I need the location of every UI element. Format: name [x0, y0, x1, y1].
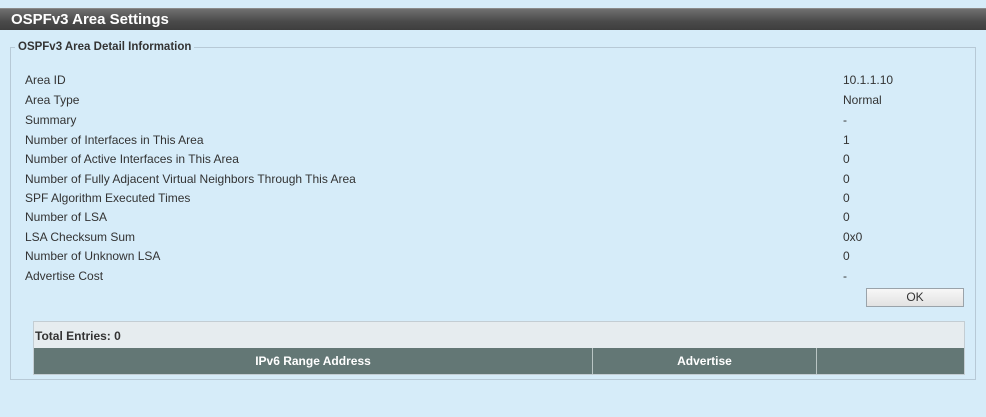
total-entries: Total Entries: 0 — [35, 329, 121, 343]
detail-label: Area ID — [25, 73, 66, 87]
detail-label: SPF Algorithm Executed Times — [25, 191, 191, 205]
detail-row-summary: Summary - — [25, 110, 885, 130]
detail-row-interfaces: Number of Interfaces in This Area 1 — [25, 130, 885, 150]
detail-value: - — [843, 269, 847, 283]
detail-value: 0 — [843, 172, 850, 186]
detail-row-lsa-checksum: LSA Checksum Sum 0x0 — [25, 227, 885, 247]
page-header: OSPFv3 Area Settings — [0, 8, 986, 30]
column-header-action — [817, 348, 964, 374]
detail-label: Number of Unknown LSA — [25, 249, 161, 263]
range-table: Total Entries: 0 IPv6 Range Address Adve… — [33, 321, 965, 375]
detail-label: Number of Interfaces in This Area — [25, 133, 204, 147]
column-header-ipv6-range: IPv6 Range Address — [34, 348, 593, 374]
detail-value: - — [843, 113, 847, 127]
detail-value: 10.1.1.10 — [843, 73, 894, 87]
detail-value: 0 — [843, 210, 850, 224]
detail-value: 0 — [843, 249, 850, 263]
detail-label: Advertise Cost — [25, 269, 104, 283]
detail-value: 0 — [843, 152, 850, 166]
detail-row-spf-executed: SPF Algorithm Executed Times 0 — [25, 188, 885, 208]
detail-label: Number of LSA — [25, 210, 108, 224]
page-title: OSPFv3 Area Settings — [11, 11, 169, 28]
ok-button[interactable]: OK — [866, 288, 964, 307]
detail-label: Number of Active Interfaces in This Area — [25, 152, 239, 166]
column-header-advertise: Advertise — [593, 348, 817, 374]
detail-row-area-type: Area Type Normal — [25, 90, 885, 110]
detail-value: 1 — [843, 133, 850, 147]
detail-row-area-id: Area ID 10.1.1.10 — [25, 70, 893, 90]
detail-row-active-interfaces: Number of Active Interfaces in This Area… — [25, 149, 885, 169]
detail-row-virtual-neighbors: Number of Fully Adjacent Virtual Neighbo… — [25, 169, 885, 189]
detail-row-advertise-cost: Advertise Cost - — [25, 266, 885, 286]
detail-row-lsa-count: Number of LSA 0 — [25, 207, 885, 227]
table-header: IPv6 Range Address Advertise — [34, 348, 964, 374]
detail-label: Number of Fully Adjacent Virtual Neighbo… — [25, 172, 356, 186]
detail-label: Summary — [25, 113, 77, 127]
detail-label: LSA Checksum Sum — [25, 230, 136, 244]
area-detail-legend: OSPFv3 Area Detail Information — [15, 40, 195, 54]
detail-value: Normal — [843, 93, 882, 107]
detail-value: 0x0 — [843, 230, 863, 244]
detail-label: Area Type — [25, 93, 80, 107]
detail-row-unknown-lsa: Number of Unknown LSA 0 — [25, 246, 885, 266]
detail-value: 0 — [843, 191, 850, 205]
